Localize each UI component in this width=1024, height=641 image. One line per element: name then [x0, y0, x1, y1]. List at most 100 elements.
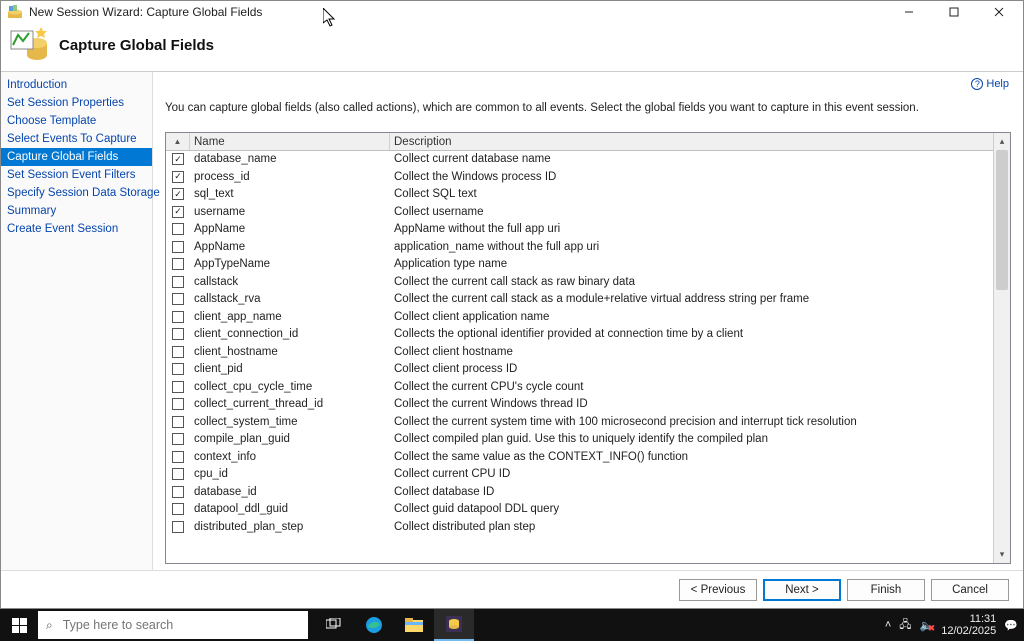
row-checkbox[interactable] [172, 258, 184, 270]
grid-row[interactable]: AppTypeNameApplication type name [166, 256, 993, 274]
grid-row[interactable]: collect_system_timeCollect the current s… [166, 414, 993, 432]
ssms-icon[interactable] [434, 609, 474, 641]
row-description: Collect current database name [390, 153, 993, 165]
file-explorer-icon[interactable] [394, 609, 434, 641]
search-input[interactable] [61, 617, 300, 633]
system-tray[interactable]: ˄ 🖧 🔈✖ 11:31 12/02/2025 💬 [885, 613, 1024, 637]
sound-icon[interactable]: 🔈✖ [920, 619, 934, 632]
row-checkbox[interactable] [172, 503, 184, 515]
finish-button[interactable]: Finish [847, 579, 925, 601]
nav-step-4[interactable]: Capture Global Fields [1, 148, 152, 166]
row-name: client_app_name [190, 311, 390, 323]
vertical-scrollbar[interactable]: ▴ ▾ [993, 133, 1010, 563]
nav-step-6[interactable]: Specify Session Data Storage [1, 184, 152, 202]
start-button[interactable] [0, 609, 38, 641]
nav-step-2[interactable]: Choose Template [1, 112, 152, 130]
grid-row[interactable]: ✓database_nameCollect current database n… [166, 151, 993, 169]
nav-step-7[interactable]: Summary [1, 202, 152, 220]
task-view-button[interactable] [314, 609, 354, 641]
grid-row[interactable]: ✓sql_textCollect SQL text [166, 186, 993, 204]
row-name: collect_cpu_cycle_time [190, 381, 390, 393]
wizard-footer: < Previous Next > Finish Cancel [1, 570, 1023, 608]
row-checkbox[interactable]: ✓ [172, 188, 184, 200]
row-description: Collect the Windows process ID [390, 171, 993, 183]
grid-row[interactable]: client_hostnameCollect client hostname [166, 344, 993, 362]
row-description: Collect the current call stack as a modu… [390, 293, 993, 305]
taskbar[interactable]: ⌕ ˄ 🖧 🔈✖ 11:31 12/02/2025 💬 [0, 609, 1024, 641]
column-description[interactable]: Description [390, 133, 993, 150]
grid-row[interactable]: compile_plan_guidCollect compiled plan g… [166, 431, 993, 449]
help-link[interactable]: ? Help [971, 78, 1009, 90]
row-checkbox[interactable] [172, 311, 184, 323]
row-checkbox[interactable] [172, 293, 184, 305]
sort-indicator[interactable]: ▲ [166, 133, 190, 150]
row-checkbox[interactable] [172, 433, 184, 445]
row-checkbox[interactable] [172, 223, 184, 235]
grid-row[interactable]: collect_current_thread_idCollect the cur… [166, 396, 993, 414]
grid-row[interactable]: client_pidCollect client process ID [166, 361, 993, 379]
taskbar-search[interactable]: ⌕ [38, 611, 308, 639]
row-description: Collect the current CPU's cycle count [390, 381, 993, 393]
row-checkbox[interactable] [172, 346, 184, 358]
grid-row[interactable]: client_connection_idCollects the optiona… [166, 326, 993, 344]
network-icon[interactable]: 🖧 [899, 616, 911, 635]
row-checkbox[interactable]: ✓ [172, 153, 184, 165]
row-name: client_hostname [190, 346, 390, 358]
grid-row[interactable]: AppNameAppName without the full app uri [166, 221, 993, 239]
grid-row[interactable]: cpu_idCollect current CPU ID [166, 466, 993, 484]
row-checkbox[interactable] [172, 451, 184, 463]
close-button[interactable] [976, 1, 1021, 23]
row-checkbox[interactable]: ✓ [172, 171, 184, 183]
edge-icon[interactable] [354, 609, 394, 641]
grid-row[interactable]: client_app_nameCollect client applicatio… [166, 309, 993, 327]
row-checkbox[interactable] [172, 381, 184, 393]
nav-step-5[interactable]: Set Session Event Filters [1, 166, 152, 184]
scroll-thumb[interactable] [996, 150, 1008, 290]
minimize-button[interactable] [886, 1, 931, 23]
row-checkbox[interactable] [172, 276, 184, 288]
nav-step-1[interactable]: Set Session Properties [1, 94, 152, 112]
nav-step-0[interactable]: Introduction [1, 76, 152, 94]
grid-row[interactable]: datapool_ddl_guidCollect guid datapool D… [166, 501, 993, 519]
row-description: application_name without the full app ur… [390, 241, 993, 253]
row-checkbox[interactable] [172, 486, 184, 498]
grid-row[interactable]: database_idCollect database ID [166, 484, 993, 502]
row-checkbox[interactable]: ✓ [172, 206, 184, 218]
row-checkbox[interactable] [172, 363, 184, 375]
nav-step-3[interactable]: Select Events To Capture [1, 130, 152, 148]
previous-button[interactable]: < Previous [679, 579, 757, 601]
grid-row[interactable]: distributed_plan_stepCollect distributed… [166, 519, 993, 537]
grid-header[interactable]: ▲ Name Description [166, 133, 993, 151]
next-button[interactable]: Next > [763, 579, 841, 601]
grid-row[interactable]: ✓usernameCollect username [166, 204, 993, 222]
scroll-down-icon[interactable]: ▾ [994, 546, 1010, 563]
row-description: Collect distributed plan step [390, 521, 993, 533]
help-icon: ? [971, 78, 983, 90]
row-checkbox[interactable] [172, 241, 184, 253]
page-description: You can capture global fields (also call… [165, 102, 1011, 114]
wizard-nav: IntroductionSet Session PropertiesChoose… [1, 72, 153, 570]
grid-row[interactable]: AppNameapplication_name without the full… [166, 239, 993, 257]
grid-row[interactable]: callstack_rvaCollect the current call st… [166, 291, 993, 309]
column-name[interactable]: Name [190, 133, 390, 150]
row-checkbox[interactable] [172, 416, 184, 428]
grid-row[interactable]: callstackCollect the current call stack … [166, 274, 993, 292]
notifications-icon[interactable]: 💬 [1004, 619, 1018, 632]
search-icon: ⌕ [46, 618, 53, 633]
title-bar[interactable]: New Session Wizard: Capture Global Field… [1, 1, 1023, 23]
taskbar-clock[interactable]: 11:31 12/02/2025 [941, 613, 996, 637]
row-checkbox[interactable] [172, 521, 184, 533]
tray-chevron-icon[interactable]: ˄ [885, 619, 891, 631]
row-name: AppName [190, 241, 390, 253]
grid-row[interactable]: ✓process_idCollect the Windows process I… [166, 169, 993, 187]
grid-row[interactable]: context_infoCollect the same value as th… [166, 449, 993, 467]
scroll-up-icon[interactable]: ▴ [994, 133, 1010, 150]
row-checkbox[interactable] [172, 468, 184, 480]
row-description: Collects the optional identifier provide… [390, 328, 993, 340]
nav-step-8[interactable]: Create Event Session [1, 220, 152, 238]
cancel-button[interactable]: Cancel [931, 579, 1009, 601]
row-checkbox[interactable] [172, 328, 184, 340]
grid-row[interactable]: collect_cpu_cycle_timeCollect the curren… [166, 379, 993, 397]
row-checkbox[interactable] [172, 398, 184, 410]
maximize-button[interactable] [931, 1, 976, 23]
